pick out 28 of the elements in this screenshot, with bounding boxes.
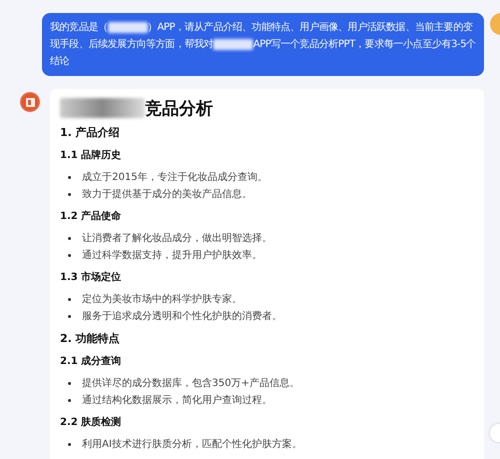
presentation-app-icon xyxy=(20,92,40,112)
subsection-heading: 2.2 肤质检测 xyxy=(60,416,122,430)
subsection-heading: 1.2 产品使命 xyxy=(60,210,122,224)
bullet-icon xyxy=(68,382,71,385)
section-heading: 2. 功能特点 xyxy=(60,331,121,346)
bullet-text: 服务于追求成分透明和个性化护肤的消费者。 xyxy=(82,310,282,324)
bullet-icon xyxy=(68,399,71,402)
bullet-icon xyxy=(68,193,71,196)
bullet-icon xyxy=(68,254,71,257)
bullet-icon xyxy=(68,176,71,179)
bullet-text: 通过结构化数据展示，简化用户查询过程。 xyxy=(82,394,272,408)
subsection-heading: 1.1 品牌历史 xyxy=(60,148,122,163)
subsection-heading: 1.3 市场定位 xyxy=(60,270,122,285)
section-heading: 1. 产品介绍 xyxy=(60,125,121,140)
bullet-icon xyxy=(68,298,71,301)
title-text: 竞品分析 xyxy=(145,98,213,120)
bullet-text: 成立于2015年，专注于化妆品成分查询。 xyxy=(82,170,268,185)
bullet-icon xyxy=(68,315,71,318)
bullet-icon xyxy=(68,443,71,446)
bullet-text: 让消费者了解化妆品成分，做出明智选择。 xyxy=(82,232,272,246)
subsection-heading: 2.1 成分查询 xyxy=(60,354,122,369)
bullet-text: 提供详尽的成分数据库，包含350万+产品信息。 xyxy=(82,376,300,391)
bullet-text: 定位为美妆市场中的科学护肤专家。 xyxy=(82,292,242,307)
bullet-text: 利用AI技术进行肤质分析，匹配个性化护肤方案。 xyxy=(82,438,302,452)
bullet-icon xyxy=(68,237,71,240)
message-text: 我的竞品是（ ）APP，请从产品介绍、功能特点、用户画像、用户活跃数据、当前主要的变现手段、后续发展方向等方面，帮我对 APP写一个竞品分析PPT，要求每一小点至少有3-5个结论 xyxy=(50,20,476,69)
bullet-text: 通过科学数据支持，提升用户护肤效率。 xyxy=(82,248,262,263)
bullet-text: 致力于提供基于成分的美妆产品信息。 xyxy=(82,188,252,202)
